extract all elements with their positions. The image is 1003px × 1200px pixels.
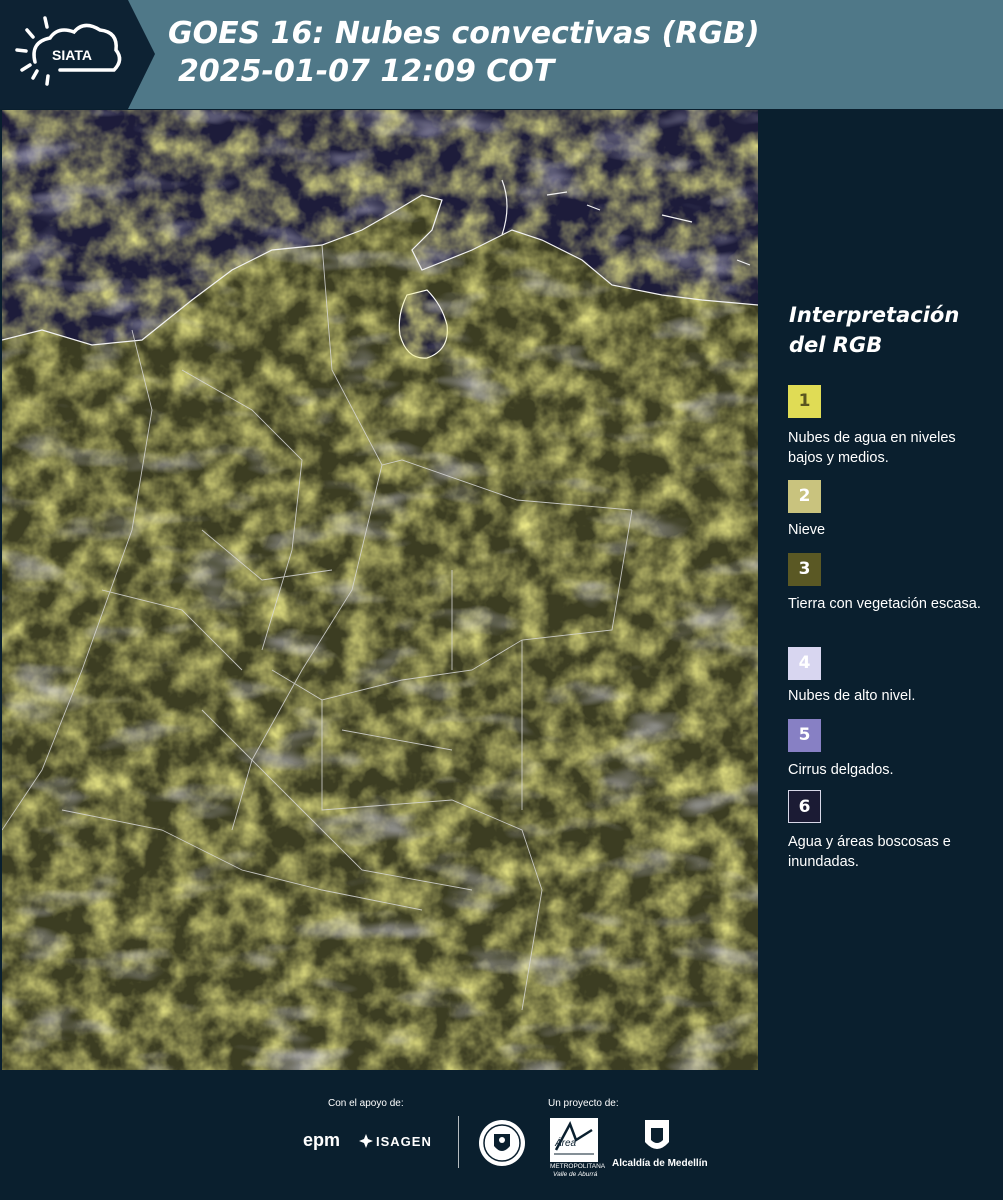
area-metropolitana-name: Área	[555, 1138, 577, 1149]
legend-label-1: Nubes de agua en niveles bajos y medios.	[788, 430, 956, 466]
legend-label-5: Cirrus delgados.	[788, 762, 894, 778]
legend-swatch-2: 2	[788, 480, 821, 513]
legend-title: Interpretación del RGB	[789, 303, 960, 357]
map-title: GOES 16: Nubes convectivas (RGB)	[168, 16, 760, 51]
isagen-logo-text: ISAGEN	[376, 1134, 432, 1149]
legend-label-4: Nubes de alto nivel.	[788, 688, 916, 704]
alcaldia-logo-text: Alcaldía de Medellín	[612, 1158, 708, 1169]
siata-logo-text: SIATA	[52, 47, 92, 63]
area-metropolitana-sub2: Valle de Aburrá	[553, 1171, 598, 1178]
legend-swatch-5: 5	[788, 719, 821, 752]
legend-label-3: Tierra con vegetación escasa.	[788, 596, 981, 612]
support-label: Con el apoyo de:	[328, 1098, 404, 1109]
area-metropolitana-sub1: METROPOLITANA	[550, 1163, 606, 1170]
legend-swatch-1: 1	[788, 385, 821, 418]
legend-swatch-6: 6	[788, 790, 821, 823]
satellite-map[interactable]	[2, 110, 758, 1070]
legend-swatch-4: 4	[788, 647, 821, 680]
map-timestamp: 2025-01-07 12:09 COT	[178, 54, 555, 89]
isagen-logo-icon	[359, 1134, 373, 1148]
footer-divider	[458, 1116, 459, 1168]
epm-logo-icon: epm	[303, 1130, 341, 1150]
medellin-seal-icon	[479, 1120, 525, 1166]
project-label: Un proyecto de:	[548, 1098, 619, 1109]
legend-panel: Interpretación del RGB 1 Nubes de agua e…	[760, 110, 1003, 1070]
legend-swatch-3: 3	[788, 553, 821, 586]
legend-label-6: Agua y áreas boscosas e inundadas.	[788, 834, 951, 870]
logo-panel: SIATA	[0, 0, 155, 109]
footer-sponsors: Con el apoyo de: Un proyecto de: epm ISA…	[0, 1070, 1003, 1200]
alcaldia-logo-icon	[645, 1120, 669, 1149]
header-bar: SIATA GOES 16: Nubes convectivas (RGB) 2…	[0, 0, 1003, 109]
legend-label-2: Nieve	[788, 522, 826, 538]
